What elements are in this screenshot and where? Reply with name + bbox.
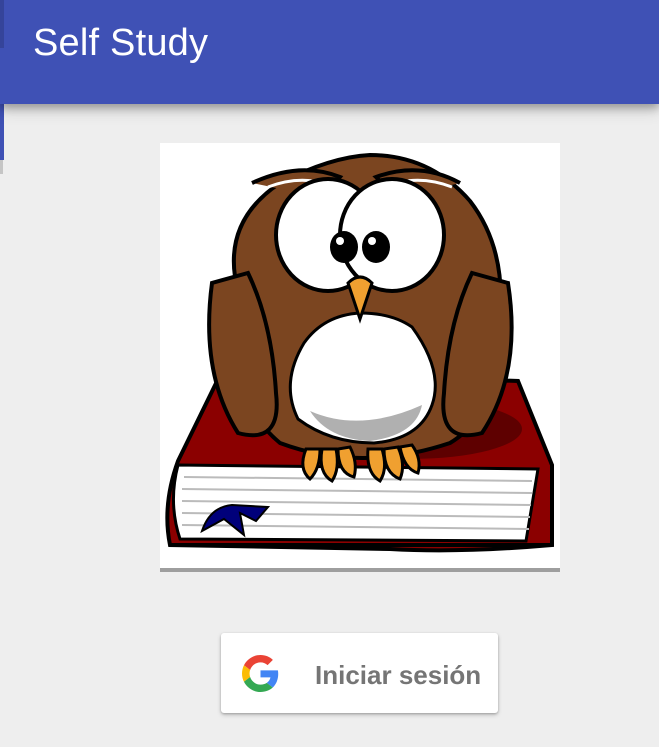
signin-label: Iniciar sesión — [315, 660, 482, 690]
window-edge-mark — [0, 0, 4, 48]
app-title: Self Study — [33, 22, 209, 64]
app-bar: Self Study — [0, 0, 659, 104]
window-edge-mark — [0, 160, 3, 174]
google-signin-button[interactable]: Iniciar sesión — [221, 633, 498, 713]
google-g-icon — [242, 655, 279, 692]
owl-on-book-illustration — [160, 143, 560, 572]
window-edge-mark — [0, 104, 4, 160]
